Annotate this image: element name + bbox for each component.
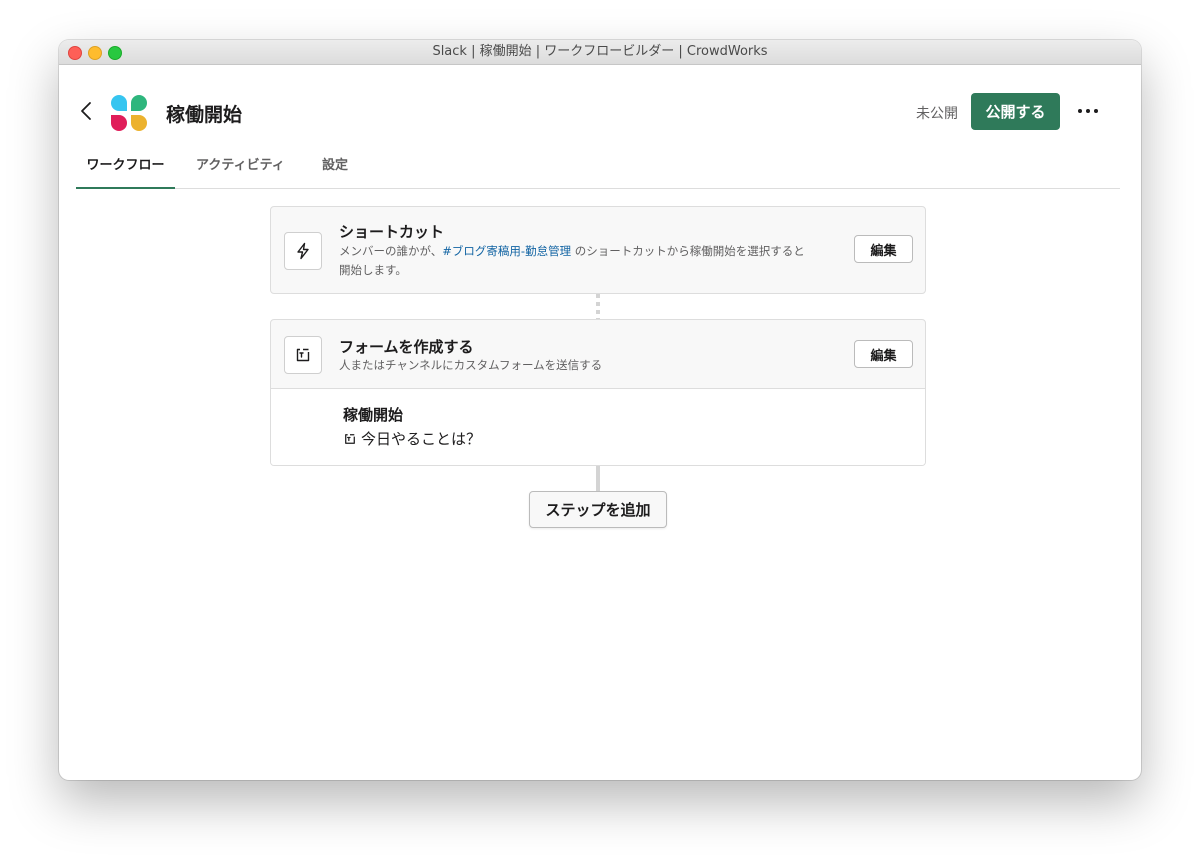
page-title: 稼働開始 — [166, 104, 243, 126]
step-description: 人またはチャンネルにカスタムフォームを送信する — [339, 358, 603, 372]
step-description-text: のショートカットから稼働開始を選択すると — [571, 244, 805, 258]
form-preview: 稼働開始 今日やることは？ — [271, 388, 925, 465]
step-description: メンバーの誰かが、#ブログ寄稿用-勤怠管理 のショートカットから稼働開始を選択す… — [339, 242, 859, 280]
more-options-button[interactable] — [1075, 100, 1101, 122]
add-step-button[interactable]: ステップを追加 — [529, 491, 667, 528]
edit-shortcut-button[interactable]: 編集 — [854, 235, 913, 263]
channel-link[interactable]: #ブログ寄稿用-勤怠管理 — [442, 244, 571, 258]
step-description-text: 開始します。 — [339, 263, 407, 277]
chevron-left-icon — [81, 102, 91, 120]
lightning-icon — [297, 242, 309, 260]
window-title: Slack | 稼働開始 | ワークフロービルダー | CrowdWorks — [432, 44, 768, 59]
form-question: 今日やることは？ — [343, 428, 481, 449]
step-card-shortcut: ショートカット メンバーの誰かが、#ブログ寄稿用-勤怠管理 のショートカットから… — [270, 206, 926, 294]
step-description-text: メンバーの誰かが、 — [339, 244, 443, 258]
more-horizontal-icon — [1078, 109, 1098, 113]
workflow-logo-icon — [111, 95, 147, 131]
tab-activity[interactable]: アクティビティ — [196, 148, 285, 187]
edit-form-button[interactable]: 編集 — [854, 340, 913, 368]
app-window: Slack | 稼働開始 | ワークフロービルダー | CrowdWorks 稼… — [59, 40, 1141, 780]
tab-bar: ワークフロー アクティビティ 設定 — [76, 148, 1120, 189]
form-question-text: 今日やることは？ — [361, 430, 482, 448]
step-title: ショートカット — [339, 223, 445, 241]
tab-settings[interactable]: 設定 — [322, 148, 348, 187]
publish-status-label: 未公開 — [916, 106, 958, 122]
form-icon — [296, 348, 310, 362]
step-connector — [596, 466, 600, 491]
step-connector — [596, 294, 600, 319]
step-icon-box — [284, 336, 322, 374]
step-card-form: フォームを作成する 人またはチャンネルにカスタムフォームを送信する 編集 稼働開… — [270, 319, 926, 466]
title-bar: Slack | 稼働開始 | ワークフロービルダー | CrowdWorks — [59, 40, 1141, 65]
publish-button[interactable]: 公開する — [971, 93, 1060, 130]
step-icon-box — [284, 232, 322, 270]
tab-workflow[interactable]: ワークフロー — [76, 148, 175, 189]
back-button[interactable] — [77, 100, 97, 122]
form-name: 稼働開始 — [343, 406, 404, 424]
step-title: フォームを作成する — [339, 338, 474, 356]
form-field-icon — [345, 434, 355, 444]
